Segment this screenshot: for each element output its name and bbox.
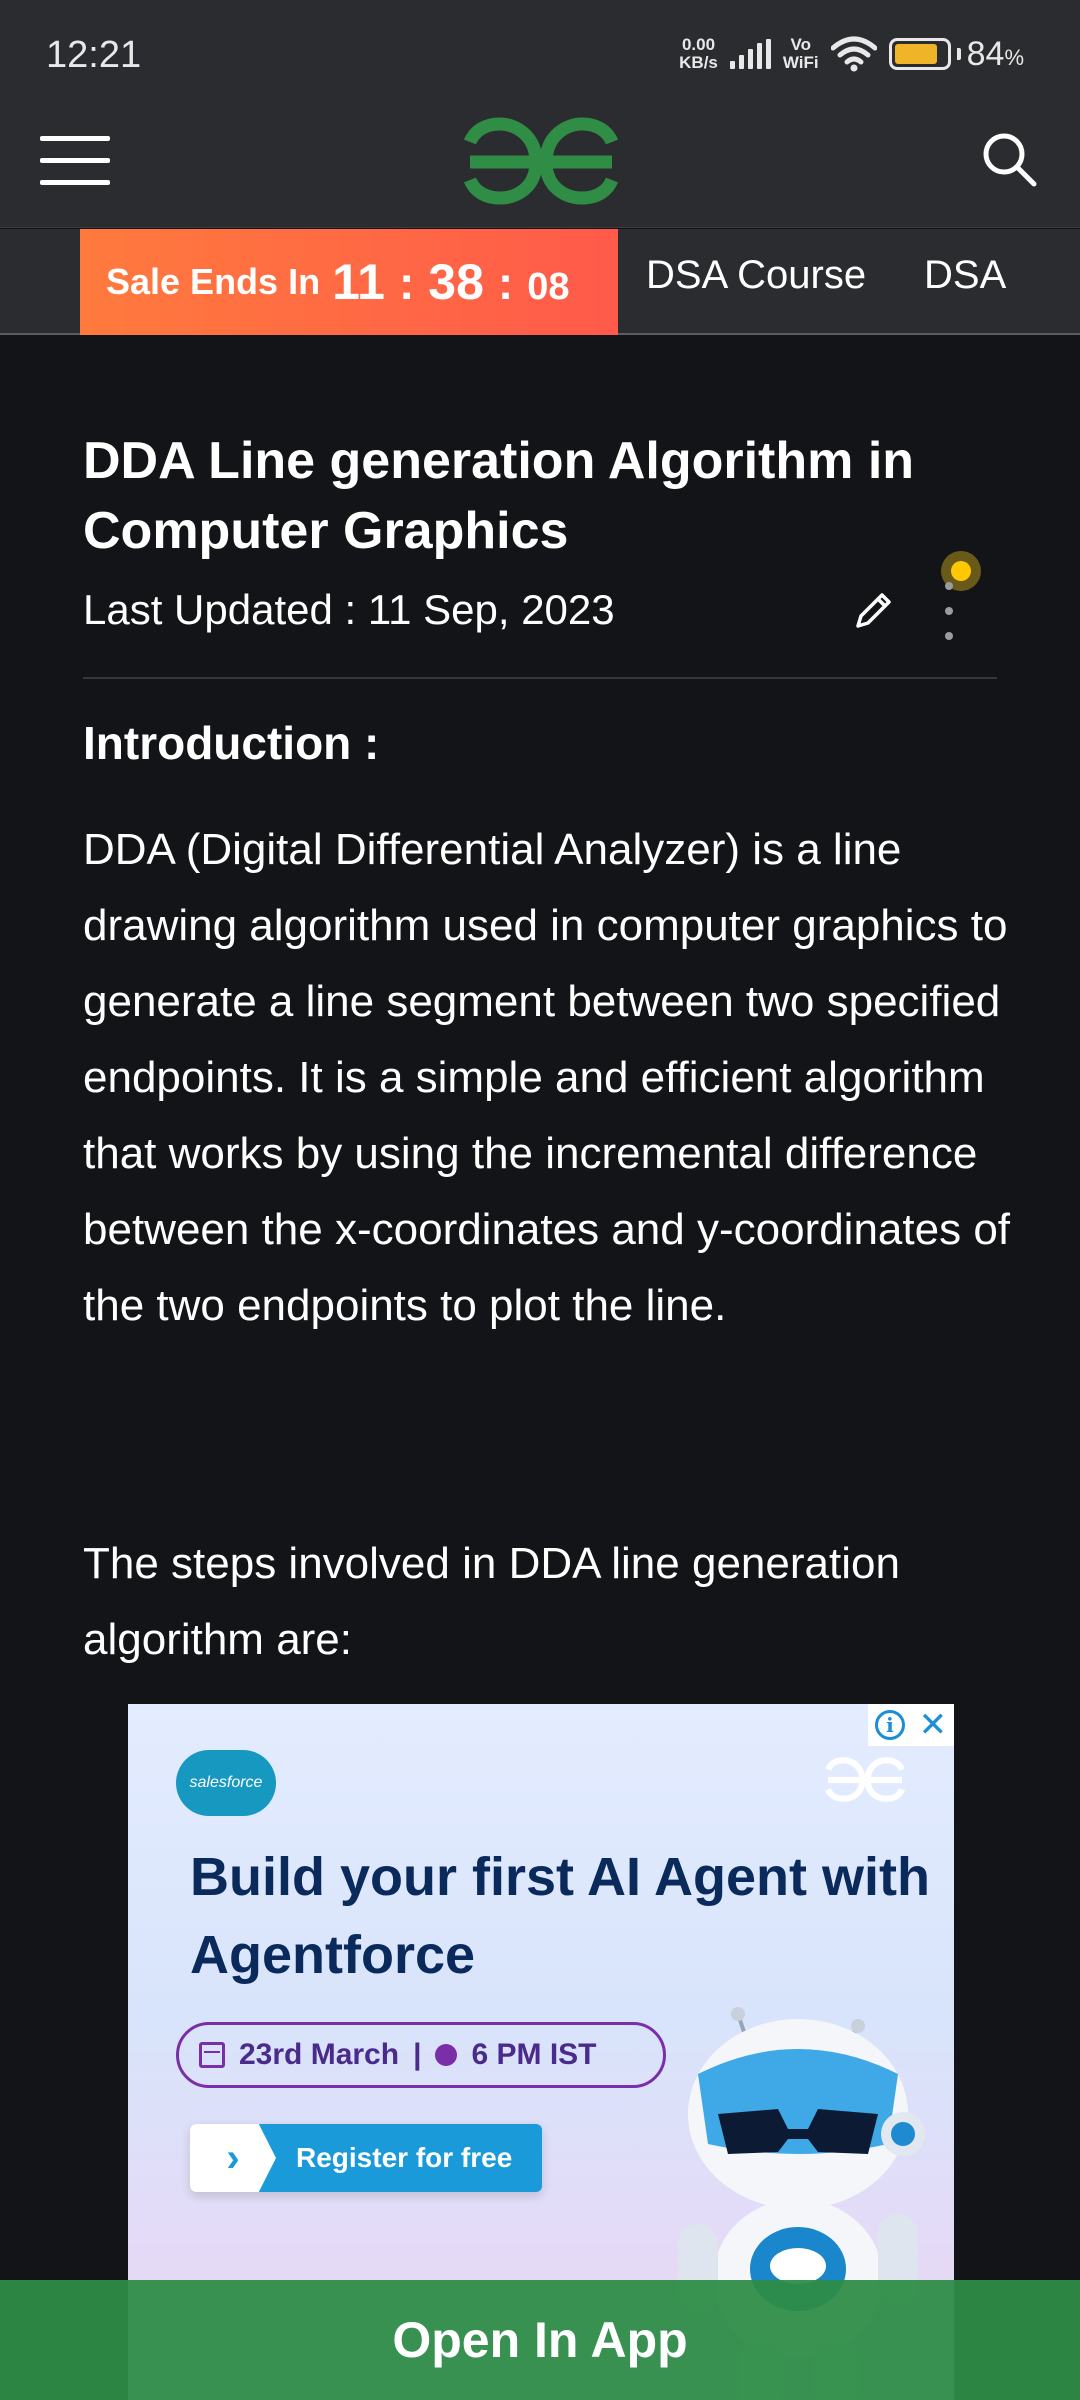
search-icon[interactable] [980,130,1040,190]
open-in-app-button[interactable]: Open In App [0,2280,1080,2400]
divider [83,677,997,679]
geeksforgeeks-ad-logo [825,1757,905,1802]
battery-percent-value: 84 [966,34,1005,73]
battery-indicator: 84% [888,35,1024,74]
nav-strip: Sale Ends In 11 : 38 : 08 DSA Course DSA [0,229,1080,335]
battery-percent-unit: % [1004,44,1024,70]
network-speed-unit: KB/s [679,53,718,72]
edit-pencil-icon[interactable] [852,588,896,632]
ad-event-date: 23rd March | 6 PM IST [176,2022,666,2088]
ad-close-icon[interactable]: ✕ [919,1708,948,1742]
ad-register-button[interactable]: › Register for free [190,2124,542,2192]
timer-separator: : [497,257,514,309]
signal-icon [729,39,771,69]
vowifi-bottom: WiFi [782,53,819,72]
battery-percent: 84% [967,35,1024,74]
ad-headline: Build your first AI Agent with Agentforc… [190,1847,930,1985]
network-speed: 0.00 KB/s [679,36,718,72]
nav-link-dsa-course[interactable]: DSA Course [646,253,866,298]
article-title: DDA Line generation Algorithm in Compute… [83,432,915,560]
countdown-timer: 11 : 38 : 08 [332,253,569,311]
section-heading: Introduction : [83,717,380,769]
vowifi-top: Vo [790,35,811,54]
chevron-right-icon: › [190,2124,276,2192]
nav-link-dsa[interactable]: DSA [924,253,1006,298]
more-options-icon[interactable] [934,578,964,644]
ad-date-text: 23rd March [239,2038,400,2071]
battery-cap [956,48,961,60]
calendar-icon [199,2042,225,2068]
status-bar: 12:21 0.00 KB/s Vo WiFi 84% [0,0,1080,92]
network-speed-value: 0.00 [681,35,716,54]
ad-register-label: Register for free [296,2142,513,2173]
site-header [0,92,1080,228]
status-time: 12:21 [46,34,142,76]
ad-controls: i ✕ [868,1704,954,1746]
salesforce-logo-text: salesforce [189,1774,263,1791]
salesforce-logo: salesforce [176,1750,276,1816]
ad-date-divider: | [413,2038,422,2071]
status-icons: 0.00 KB/s Vo WiFi 84% [679,34,1024,74]
open-in-app-label: Open In App [392,2312,688,2368]
timer-minutes: 38 [428,254,484,310]
sale-countdown-banner[interactable]: Sale Ends In 11 : 38 : 08 [80,229,618,335]
intro-paragraph: DDA (Digital Differential Analyzer) is a… [83,825,1011,1330]
battery-icon [888,38,951,70]
geeksforgeeks-logo[interactable] [456,112,626,208]
battery-fill [894,44,937,64]
ad-time-text: 6 PM IST [471,2038,597,2071]
sale-label: Sale Ends In [106,261,321,302]
timer-separator: : [398,257,415,309]
steps-intro-paragraph: The steps involved in DDA line generatio… [83,1539,900,1664]
timer-hours: 11 [332,254,385,310]
hamburger-menu-icon[interactable] [40,136,112,186]
wifi-icon [830,36,877,72]
clock-icon [435,2044,458,2066]
ad-info-icon[interactable]: i [874,1710,905,1740]
last-updated: Last Updated : 11 Sep, 2023 [83,586,615,633]
vowifi-label: Vo WiFi [783,36,819,72]
timer-seconds: 08 [527,266,570,308]
